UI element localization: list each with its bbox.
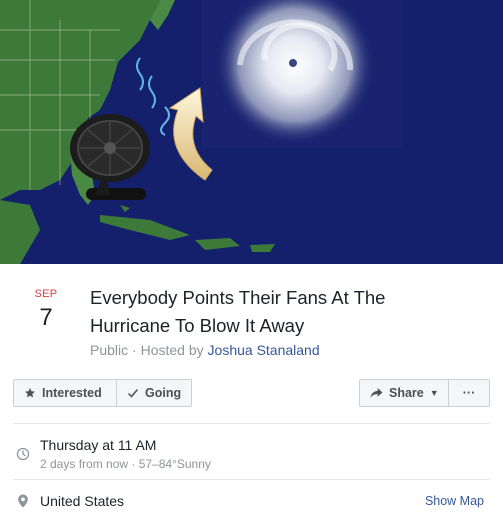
divider	[13, 479, 490, 480]
more-label: ···	[462, 386, 476, 400]
check-icon	[127, 387, 139, 399]
event-cover-image	[0, 0, 503, 264]
event-time: Thursday at 11 AM	[40, 437, 157, 453]
event-day: 7	[39, 304, 53, 331]
share-button[interactable]: Share ▼	[359, 379, 449, 407]
host-link[interactable]: Joshua Stanaland	[208, 342, 320, 358]
event-location: United States	[40, 493, 125, 509]
meta-separator: ·	[132, 342, 141, 358]
more-options-button[interactable]: ···	[448, 379, 490, 407]
divider	[13, 423, 490, 424]
event-time-detail: 2 days from now · 57–84°Sunny	[40, 457, 211, 471]
hosted-by-label: Hosted by	[140, 342, 204, 358]
event-date: SEP 7	[28, 288, 64, 332]
going-button[interactable]: Going	[116, 379, 192, 407]
cover-illustration	[0, 0, 503, 264]
share-arrow-icon	[370, 387, 383, 399]
event-month: SEP	[34, 288, 58, 300]
chevron-down-icon: ▼	[429, 388, 439, 398]
interested-button[interactable]: Interested	[13, 379, 117, 407]
event-privacy: Public	[90, 342, 129, 358]
show-map-link[interactable]: Show Map	[425, 494, 484, 508]
map-pin-icon	[16, 494, 30, 508]
event-title: Everybody Points Their Fans At The Hurri…	[90, 287, 386, 336]
going-label: Going	[145, 386, 182, 400]
clock-icon	[16, 447, 30, 461]
star-icon	[24, 387, 36, 399]
event-meta: Public · Hosted by Joshua Stanaland	[90, 342, 320, 358]
share-label: Share	[389, 386, 424, 400]
interested-label: Interested	[42, 386, 102, 400]
